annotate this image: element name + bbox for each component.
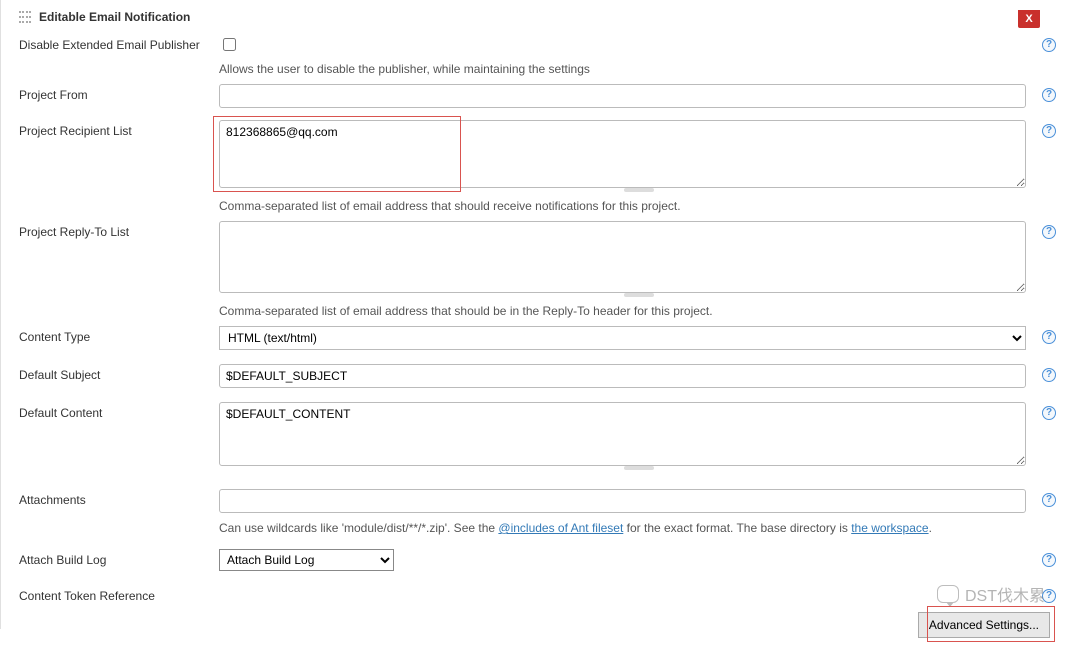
workspace-link[interactable]: the workspace: [851, 521, 928, 535]
label-content-type: Content Type: [19, 326, 219, 344]
close-button[interactable]: X: [1018, 10, 1040, 28]
section-header: Editable Email Notification: [19, 10, 1058, 24]
default-content-textarea[interactable]: $DEFAULT_CONTENT: [219, 402, 1026, 466]
help-icon[interactable]: ?: [1042, 553, 1056, 567]
help-icon[interactable]: ?: [1042, 368, 1056, 382]
label-attachments: Attachments: [19, 489, 219, 507]
label-recipient-list: Project Recipient List: [19, 120, 219, 138]
label-project-from: Project From: [19, 84, 219, 102]
resize-handle-icon[interactable]: [624, 188, 654, 192]
help-icon[interactable]: ?: [1042, 330, 1056, 344]
label-attach-log: Attach Build Log: [19, 549, 219, 567]
attach-log-select[interactable]: Attach Build Log: [219, 549, 394, 571]
label-reply-to: Project Reply-To List: [19, 221, 219, 239]
help-icon[interactable]: ?: [1042, 124, 1056, 138]
label-default-subject: Default Subject: [19, 364, 219, 382]
attachments-help: Can use wildcards like 'module/dist/**/*…: [219, 521, 1058, 535]
resize-handle-icon[interactable]: [624, 466, 654, 470]
section-title: Editable Email Notification: [39, 10, 190, 24]
disable-ext-help: Allows the user to disable the publisher…: [219, 62, 1058, 76]
drag-handle-icon[interactable]: [19, 11, 31, 23]
label-disable-ext: Disable Extended Email Publisher: [19, 34, 219, 52]
label-token-ref: Content Token Reference: [19, 585, 219, 603]
help-icon[interactable]: ?: [1042, 88, 1056, 102]
help-icon[interactable]: ?: [1042, 38, 1056, 52]
recipient-help: Comma-separated list of email address th…: [219, 199, 1058, 213]
default-subject-input[interactable]: [219, 364, 1026, 388]
help-icon[interactable]: ?: [1042, 225, 1056, 239]
reply-to-textarea[interactable]: [219, 221, 1026, 293]
project-from-input[interactable]: [219, 84, 1026, 108]
reply-to-help: Comma-separated list of email address th…: [219, 304, 1058, 318]
advanced-settings-button[interactable]: Advanced Settings...: [918, 612, 1050, 638]
disable-ext-checkbox[interactable]: [223, 38, 236, 51]
resize-handle-icon[interactable]: [624, 293, 654, 297]
help-icon[interactable]: ?: [1042, 493, 1056, 507]
attachments-input[interactable]: [219, 489, 1026, 513]
help-icon[interactable]: ?: [1042, 406, 1056, 420]
recipient-list-textarea[interactable]: 812368865@qq.com: [219, 120, 1026, 188]
ant-fileset-link[interactable]: @includes of Ant fileset: [498, 521, 623, 535]
help-icon[interactable]: ?: [1042, 589, 1056, 603]
content-type-select[interactable]: HTML (text/html): [219, 326, 1026, 350]
label-default-content: Default Content: [19, 402, 219, 420]
